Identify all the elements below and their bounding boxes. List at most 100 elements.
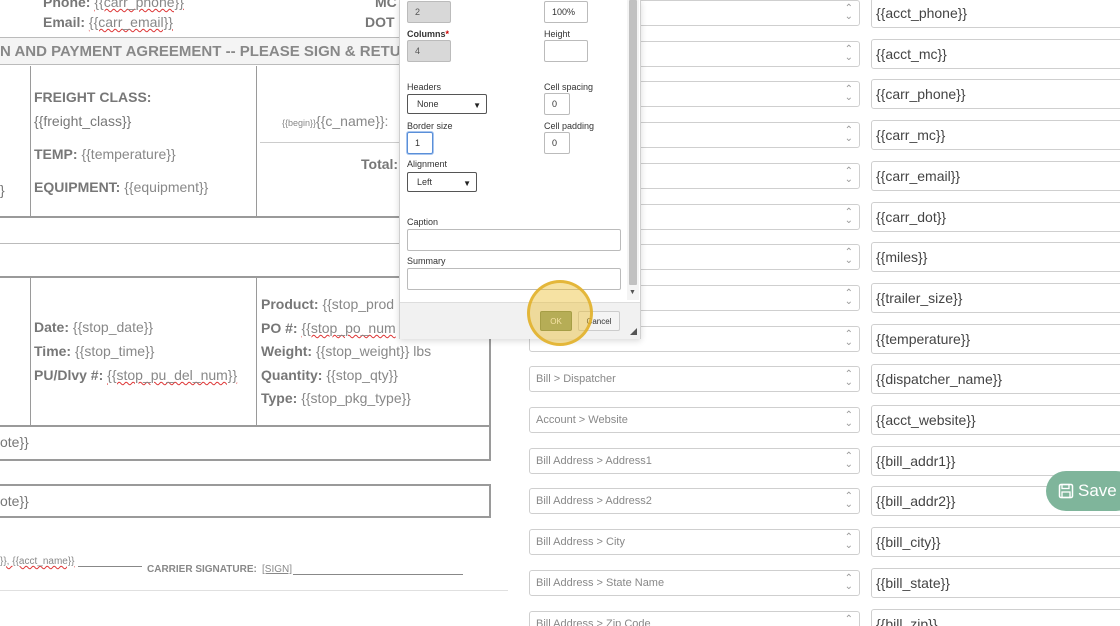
table-border xyxy=(30,278,31,426)
template-var-input[interactable]: {{trailer_size}} xyxy=(871,282,1120,313)
carrier-signature-label: CARRIER SIGNATURE: xyxy=(147,564,257,575)
cell-padding-input[interactable]: 0 xyxy=(544,132,570,154)
equipment-line: EQUIPMENT: {{equipment}} xyxy=(34,179,209,195)
width-input[interactable]: 100% xyxy=(544,1,588,23)
table-border xyxy=(30,66,31,217)
field-select-label: Bill Address > State Name xyxy=(536,576,665,589)
select-chevron-icon: ⌃⌄ xyxy=(844,287,853,307)
table-border xyxy=(256,278,257,426)
freight-class-var: {{freight_class}} xyxy=(34,113,132,129)
template-var-input[interactable]: {{dispatcher_name}} xyxy=(871,364,1120,395)
alignment-select[interactable]: Left ▼ xyxy=(407,172,477,192)
time-line: Time: {{stop_time}} xyxy=(34,343,155,359)
save-button[interactable]: Save xyxy=(1046,471,1120,511)
left-stub-text: } xyxy=(0,182,5,198)
email-label: Email: xyxy=(43,14,86,30)
border-size-label: Border size xyxy=(407,121,453,131)
field-select[interactable]: Bill Address > State Name ⌃ ⌄ xyxy=(529,569,860,596)
table-border xyxy=(0,243,400,244)
cell-spacing-input[interactable]: 0 xyxy=(544,93,570,115)
field-select-label: Bill Address > City xyxy=(536,536,625,549)
border-size-input[interactable]: 1 xyxy=(407,132,433,154)
field-select[interactable]: Account > Website ⌃ ⌄ xyxy=(529,407,860,433)
select-chevron-icon: ⌃⌄ xyxy=(844,84,853,104)
field-select[interactable]: Bill Address > City ⌃ ⌄ xyxy=(529,529,860,556)
resize-grip-icon[interactable] xyxy=(630,328,637,335)
weight-line: Weight: {{stop_weight}} lbs xyxy=(261,343,432,359)
field-select-label: Bill Address > Address1 xyxy=(536,454,652,467)
chevron-down-icon: ▼ xyxy=(473,101,481,110)
template-var-input[interactable]: {{miles}} xyxy=(871,242,1120,273)
scroll-down-icon[interactable]: ▼ xyxy=(629,289,636,296)
mc-label: MC xyxy=(375,0,397,10)
select-chevron-icon: ⌃⌄ xyxy=(844,43,853,63)
template-var-input[interactable]: {{carr_email}} xyxy=(871,160,1120,191)
summary-label: Summary xyxy=(407,256,446,266)
caption-input[interactable] xyxy=(407,229,621,251)
select-chevron-icon: ⌃⌄ xyxy=(844,532,853,552)
click-highlight xyxy=(527,280,593,346)
select-chevron-icon: ⌃⌄ xyxy=(844,369,853,389)
select-chevron-icon: ⌃⌄ xyxy=(844,125,853,145)
template-var-input[interactable]: {{bill_zip}} xyxy=(871,608,1120,626)
height-label: Height xyxy=(544,29,571,39)
select-chevron-icon: ⌃⌄ xyxy=(844,165,853,185)
table-border xyxy=(0,425,491,427)
headers-select[interactable]: None ▼ xyxy=(407,94,487,114)
caption-label: Caption xyxy=(407,217,439,227)
select-chevron-icon: ⌃⌄ xyxy=(844,3,853,22)
floppy-disk-icon xyxy=(1058,483,1074,499)
sig-left-text: }}, {{acct_name}} xyxy=(0,556,75,567)
c-name-line: {{begin}}{{c_name}}: xyxy=(282,113,389,129)
scrollbar-thumb[interactable] xyxy=(629,0,637,285)
field-select[interactable]: Bill > Dispatcher ⌃ ⌄ xyxy=(529,366,860,393)
field-select-label: Bill Address > Zip Code xyxy=(536,617,651,626)
template-var-input[interactable]: {{carr_mc}} xyxy=(871,120,1120,151)
cell-padding-label: Cell padding xyxy=(544,121,595,131)
height-input[interactable] xyxy=(544,40,588,62)
table-border xyxy=(260,142,400,143)
rows-input[interactable]: 2 xyxy=(407,1,451,23)
table-border xyxy=(0,276,400,278)
phone-line: Phone: {{carr_phone}} xyxy=(43,0,184,10)
summary-input[interactable] xyxy=(407,268,621,290)
template-var-input[interactable]: {{carr_phone}} xyxy=(871,79,1120,110)
template-var-input[interactable]: {{acct_phone}} xyxy=(871,0,1120,28)
columns-label: Columns* xyxy=(407,29,450,39)
dialog-scrollbar[interactable]: ▼ xyxy=(627,0,639,300)
carrier-signature-var: [SIGN] xyxy=(262,564,293,575)
signature-line xyxy=(78,566,142,567)
select-chevron-icon: ⌃⌄ xyxy=(844,613,853,626)
table-border xyxy=(256,66,257,217)
cell-spacing-label: Cell spacing xyxy=(544,82,594,92)
table-properties-dialog: 2 100% Columns* 4 Height Headers None ▼ C… xyxy=(399,0,641,339)
field-select[interactable]: Bill Address > Address1 ⌃ ⌄ xyxy=(529,447,860,474)
template-var-input[interactable]: {{bill_city}} xyxy=(871,527,1120,558)
columns-input[interactable]: 4 xyxy=(407,40,451,62)
field-select-label: Account > Website xyxy=(536,414,628,426)
field-select-label: Bill > Dispatcher xyxy=(536,373,616,386)
alignment-label: Alignment xyxy=(407,159,448,169)
table-border xyxy=(489,484,491,518)
agreement-heading: N AND PAYMENT AGREEMENT -- PLEASE SIGN &… xyxy=(0,37,420,65)
dialog-footer: OK Cancel xyxy=(400,302,640,339)
phone-label: Phone: xyxy=(43,0,91,10)
table-border xyxy=(0,516,491,518)
headers-label: Headers xyxy=(407,82,442,92)
email-var: {{carr_email}} xyxy=(88,14,173,30)
template-var-input[interactable]: {{acct_mc}} xyxy=(871,38,1120,69)
select-chevron-icon: ⌃⌄ xyxy=(844,491,853,511)
chevron-down-icon: ▼ xyxy=(463,179,471,188)
signature-line xyxy=(293,574,463,575)
field-select[interactable]: Bill Address > Zip Code ⌃⌄ xyxy=(529,610,860,626)
quantity-line: Quantity: {{stop_qty}} xyxy=(261,367,398,383)
po-line: PO #: {{stop_po_num xyxy=(261,320,396,336)
select-chevron-icon: ⌃⌄ xyxy=(844,450,853,470)
template-var-input[interactable]: {{carr_dot}} xyxy=(871,201,1120,232)
temp-line: TEMP: {{temperature}} xyxy=(34,146,176,162)
field-select[interactable]: Bill Address > Address2 ⌃ ⌄ xyxy=(529,488,860,515)
template-var-input[interactable]: {{acct_website}} xyxy=(871,405,1120,435)
template-var-input[interactable]: {{temperature}} xyxy=(871,323,1120,354)
template-var-input[interactable]: {{bill_state}} xyxy=(871,567,1120,598)
select-chevron-icon: ⌃⌄ xyxy=(844,206,853,226)
